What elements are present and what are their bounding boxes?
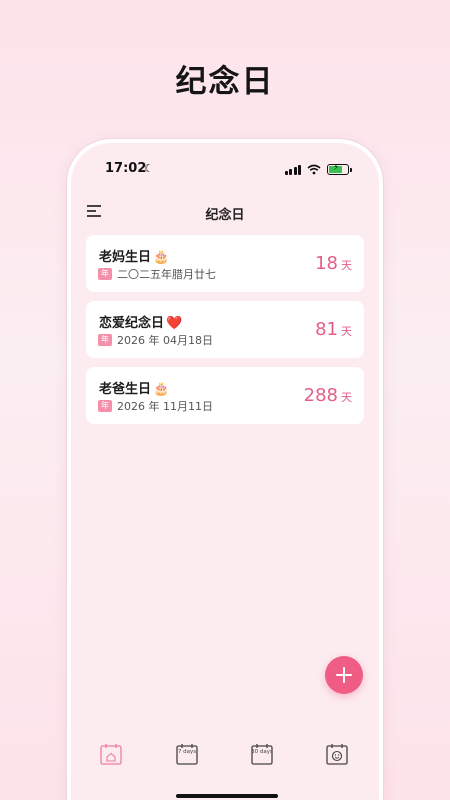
status-icons: ⚡ (284, 163, 352, 175)
tab-home[interactable] (99, 742, 123, 766)
tab-label: 30 days (251, 749, 273, 755)
days-unit: 天 (341, 391, 352, 404)
home-calendar-icon (100, 744, 122, 765)
phone-frame: 17:02 ☾ ⚡ 纪念日 老妈生日 🎂 年 二〇二五年腊月廿七 18 天 恋爱… (67, 139, 383, 800)
nav-bar: 纪念日 (71, 203, 379, 225)
anniversary-card[interactable]: 恋爱纪念日 ❤️ 年 2026 年 04月18日 81 天 (86, 301, 364, 358)
tab-bar: 7 days 30 days (71, 742, 379, 768)
calendar-smile-icon (326, 744, 348, 765)
card-name: 恋爱纪念日 (99, 316, 165, 331)
tab-7days[interactable]: 7 days (175, 742, 199, 766)
cake-icon: 🎂 (153, 250, 170, 265)
tab-30days[interactable]: 30 days (250, 742, 274, 766)
year-badge: 年 (98, 268, 112, 280)
year-badge: 年 (98, 400, 112, 412)
card-date: 二〇二五年腊月廿七 (117, 268, 216, 281)
card-date: 2026 年 11月11日 (117, 400, 213, 413)
days-unit: 天 (341, 259, 352, 272)
status-bar: 17:02 ☾ ⚡ (71, 161, 379, 181)
status-time: 17:02 (105, 161, 147, 176)
battery-icon: ⚡ (327, 163, 352, 175)
anniversary-card[interactable]: 老爸生日 🎂 年 2026 年 11月11日 288 天 (86, 367, 364, 424)
add-anniversary-button[interactable] (325, 656, 363, 694)
page-title: 纪念日 (205, 208, 245, 223)
days-count-number: 288 (303, 385, 338, 406)
anniversary-card[interactable]: 老妈生日 🎂 年 二〇二五年腊月廿七 18 天 (86, 235, 364, 292)
days-count: 18 天 (315, 253, 352, 274)
moon-icon: ☾ (144, 162, 154, 175)
anniversary-list: 老妈生日 🎂 年 二〇二五年腊月廿七 18 天 恋爱纪念日 ❤️ 年 2026 年 … (86, 235, 364, 433)
app-screen: 17:02 ☾ ⚡ 纪念日 老妈生日 🎂 年 二〇二五年腊月廿七 18 天 恋爱… (71, 143, 379, 800)
heart-icon: ❤️ (166, 316, 183, 331)
card-name: 老妈生日 (99, 250, 152, 265)
tab-mood[interactable] (325, 742, 349, 766)
days-unit: 天 (341, 325, 352, 338)
days-count-number: 81 (315, 319, 338, 340)
days-count-number: 18 (315, 253, 338, 274)
card-name: 老爸生日 (99, 382, 152, 397)
signal-icon (284, 164, 301, 175)
days-count: 81 天 (315, 319, 352, 340)
tab-label: 7 days (177, 749, 197, 755)
home-indicator[interactable] (176, 794, 278, 798)
card-date: 2026 年 04月18日 (117, 334, 213, 347)
wifi-icon (307, 164, 321, 175)
days-count: 288 天 (304, 385, 352, 406)
promo-title: 纪念日 (175, 64, 275, 100)
year-badge: 年 (98, 334, 112, 346)
cake-icon: 🎂 (153, 382, 170, 397)
